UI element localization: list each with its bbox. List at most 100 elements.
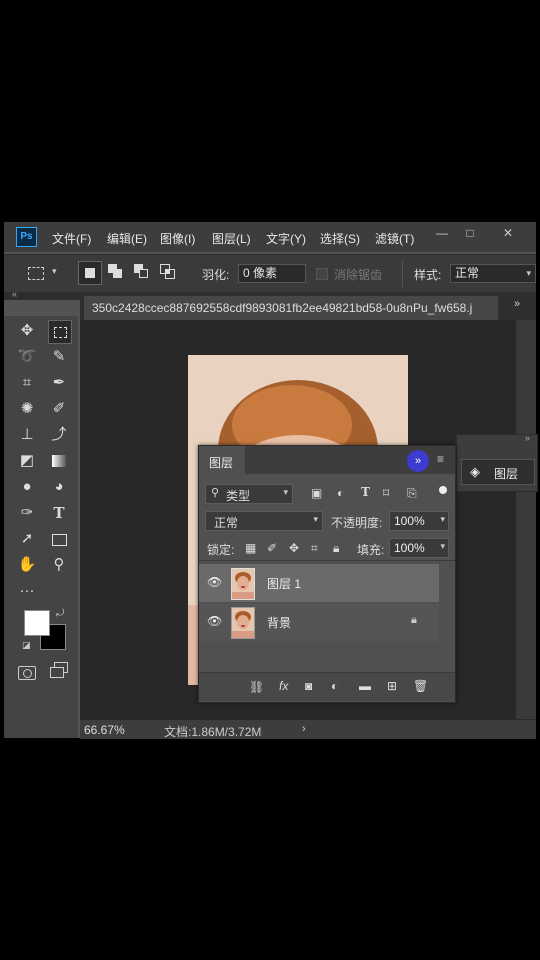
menu-type[interactable]: 文字(Y) xyxy=(266,230,306,247)
default-colors-icon[interactable]: ◪ xyxy=(22,640,31,651)
panel-menu-icon[interactable]: ≡ xyxy=(437,452,444,466)
collapse-arrows-icon[interactable]: « xyxy=(12,289,17,299)
rectangle-tool-icon[interactable] xyxy=(48,528,70,550)
layers-tab[interactable]: 图层 xyxy=(199,446,245,474)
collapse-panel-button[interactable]: » xyxy=(407,450,429,472)
status-bar: 66.67% 文档:1.86M/3.72M › xyxy=(80,719,536,739)
subtract-selection-icon[interactable] xyxy=(134,264,150,280)
brush-tool-icon[interactable]: ✐ xyxy=(48,398,70,420)
feather-input[interactable]: 0 像素 xyxy=(238,264,306,283)
new-layer-icon[interactable]: ⊞ xyxy=(387,679,397,693)
side-panel-dock: » ◈ 图层 xyxy=(456,433,538,492)
layer-thumbnail xyxy=(231,607,255,639)
maximize-button[interactable]: □ xyxy=(456,224,484,242)
layers-panel-button[interactable]: ◈ 图层 xyxy=(461,459,535,485)
expand-panels-icon[interactable]: » xyxy=(525,433,530,443)
lock-all-icon[interactable]: 🔒︎ xyxy=(333,541,339,556)
path-select-tool-icon[interactable]: ➚ xyxy=(16,528,38,550)
crop-tool-icon[interactable]: ⌗ xyxy=(16,372,38,394)
filter-toggle[interactable] xyxy=(439,486,447,494)
document-size: 文档:1.86M/3.72M xyxy=(164,725,262,739)
quick-select-tool-icon[interactable]: ✎ xyxy=(48,346,70,368)
screen-mode-icon[interactable] xyxy=(50,662,68,678)
pen-tool-icon[interactable]: ✑ xyxy=(16,502,38,524)
new-selection-icon[interactable] xyxy=(78,261,102,285)
chevron-down-icon: ▾ xyxy=(440,514,445,524)
lasso-tool-icon[interactable]: ➰ xyxy=(16,346,38,368)
chevron-down-icon[interactable]: ▾ xyxy=(52,266,57,277)
tools-panel: ✥ ➰ ✎ ⌗ ✒ ✺ ✐ ⊥ ⤴ ◩ ● ◕ ✑ T ➚ ✋ ⚲ ··· ⤾ … xyxy=(4,316,78,738)
layer-row[interactable]: 👁︎ 背景 🔒︎ xyxy=(199,603,439,641)
layer-name[interactable]: 图层 1 xyxy=(267,575,301,592)
document-tab-bar: 350c2428ccec887692558cdf9893081fb2ee4982… xyxy=(80,292,536,320)
ps-logo: Ps xyxy=(16,227,37,247)
gradient-tool-icon[interactable] xyxy=(48,450,70,472)
spot-healing-tool-icon[interactable]: ✺ xyxy=(16,398,38,420)
menu-file[interactable]: 文件(F) xyxy=(52,230,91,247)
visibility-eye-icon[interactable]: 👁︎ xyxy=(207,614,222,628)
clone-stamp-tool-icon[interactable]: ⊥ xyxy=(16,424,38,446)
menu-edit[interactable]: 编辑(E) xyxy=(107,230,147,247)
layers-panel-footer: ⛓ fx ◙ ◐ ▬ ⊞ 🗑︎ xyxy=(199,672,455,701)
layer-style-fx-icon[interactable]: fx xyxy=(279,679,288,693)
swap-colors-icon[interactable]: ⤾ xyxy=(56,608,64,619)
fill-input[interactable]: 100% ▾ xyxy=(389,538,449,558)
menu-filter[interactable]: 滤镜(T) xyxy=(375,230,414,247)
antialias-checkbox[interactable] xyxy=(316,268,328,280)
add-mask-icon[interactable]: ◙ xyxy=(305,679,312,693)
image-filter-icon[interactable]: ▣ xyxy=(311,486,322,500)
fill-value: 100% xyxy=(394,541,425,555)
marquee-tool-icon[interactable] xyxy=(48,320,72,344)
vertical-scrollbar[interactable] xyxy=(516,320,536,720)
lock-position-icon[interactable]: ✥ xyxy=(289,541,299,555)
foreground-color-swatch[interactable] xyxy=(24,610,50,636)
visibility-eye-icon[interactable]: 👁︎ xyxy=(207,575,222,589)
close-button[interactable]: ✕ xyxy=(494,224,522,242)
layer-row[interactable]: 👁︎ 图层 1 xyxy=(199,564,439,602)
divider xyxy=(199,560,455,561)
move-tool-icon[interactable]: ✥ xyxy=(16,320,38,342)
link-layers-icon[interactable]: ⛓ xyxy=(249,680,264,694)
layer-filter-select[interactable]: ⚲ 类型 ▾ xyxy=(205,484,293,504)
lock-transparent-pixels-icon[interactable]: ▦ xyxy=(245,541,256,555)
add-selection-icon[interactable] xyxy=(108,264,124,280)
adjustment-filter-icon[interactable]: ◐ xyxy=(337,486,344,500)
document-tab[interactable]: 350c2428ccec887692558cdf9893081fb2ee4982… xyxy=(84,296,498,320)
marquee-preset-icon[interactable] xyxy=(28,267,44,280)
adjustment-layer-icon[interactable]: ◐ xyxy=(331,679,338,693)
lock-artboard-icon[interactable]: ⌗ xyxy=(311,541,318,556)
opacity-input[interactable]: 100% ▾ xyxy=(389,511,449,531)
zoom-tool-icon[interactable]: ⚲ xyxy=(48,554,70,576)
dodge-tool-icon[interactable]: ◕ xyxy=(48,476,70,498)
chevron-down-icon: ▾ xyxy=(440,541,445,551)
eraser-tool-icon[interactable]: ◩ xyxy=(16,450,38,472)
blur-tool-icon[interactable]: ● xyxy=(16,476,38,498)
menu-select[interactable]: 选择(S) xyxy=(320,230,360,247)
lock-icon[interactable]: 🔒︎ xyxy=(411,614,417,627)
delete-layer-icon[interactable]: 🗑︎ xyxy=(413,679,428,693)
menu-image[interactable]: 图像(I) xyxy=(160,230,195,247)
divider xyxy=(402,261,403,287)
quick-mask-icon[interactable] xyxy=(18,666,36,680)
minimize-button[interactable]: — xyxy=(428,224,456,242)
shape-filter-icon[interactable]: ⌑ xyxy=(383,486,389,500)
history-brush-tool-icon[interactable]: ⤴ xyxy=(48,424,70,446)
layer-name[interactable]: 背景 xyxy=(267,614,291,631)
more-tabs-icon[interactable]: » xyxy=(514,298,520,310)
lock-image-pixels-icon[interactable]: ✐ xyxy=(267,541,277,555)
style-select[interactable]: 正常 ▾ xyxy=(450,264,536,283)
new-group-icon[interactable]: ▬ xyxy=(359,679,371,693)
hand-tool-icon[interactable]: ✋ xyxy=(16,554,38,576)
type-filter-icon[interactable]: T xyxy=(361,485,370,499)
menu-layer[interactable]: 图层(L) xyxy=(212,230,251,247)
intersect-selection-icon[interactable] xyxy=(160,264,176,280)
search-icon: ⚲ xyxy=(211,487,220,499)
more-tools-icon[interactable]: ··· xyxy=(16,580,38,602)
status-menu-icon[interactable]: › xyxy=(302,723,306,735)
type-tool-icon[interactable]: T xyxy=(48,502,70,524)
smart-object-filter-icon[interactable]: ⎘ xyxy=(407,486,417,501)
chevron-down-icon: ▾ xyxy=(283,487,288,497)
blend-mode-select[interactable]: 正常 ▾ xyxy=(205,511,323,531)
zoom-level[interactable]: 66.67% xyxy=(84,723,125,737)
eyedropper-tool-icon[interactable]: ✒ xyxy=(48,372,70,394)
